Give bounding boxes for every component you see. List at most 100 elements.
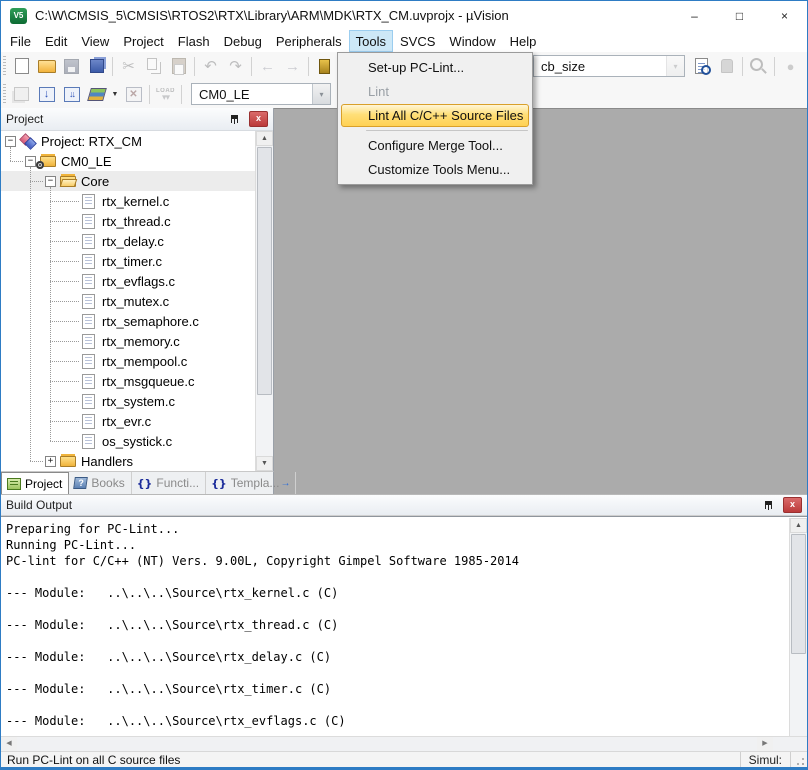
new-file-icon[interactable] [9, 54, 34, 78]
open-file-icon[interactable] [34, 54, 59, 78]
tab-templates[interactable]: {} Templa... → [206, 472, 296, 494]
menu-flash[interactable]: Flash [171, 30, 217, 52]
tree-item-rtx-mempool[interactable]: rtx_mempool.c [1, 351, 256, 371]
build-icon[interactable] [34, 82, 59, 106]
close-button[interactable]: × [762, 1, 807, 30]
bookmark-icon[interactable] [312, 54, 337, 78]
find-in-files-icon[interactable] [689, 54, 714, 78]
build-output-body[interactable]: Preparing for PC-Lint...Running PC-Lint.… [1, 516, 807, 736]
project-panel: Project x − Project: RTX_CM − CM0_LE [1, 108, 274, 471]
chevron-down-icon[interactable]: ▾ [666, 56, 684, 76]
menu-separator[interactable] [366, 130, 528, 131]
menu-item-setup-pc-lint[interactable]: Set-up PC-Lint... [341, 56, 529, 79]
tree-item-rtx-kernel[interactable]: rtx_kernel.c [1, 191, 256, 211]
bookmark-hand-icon[interactable] [714, 54, 739, 78]
separator[interactable] [112, 57, 113, 76]
expander-icon[interactable]: − [45, 176, 56, 187]
target-select-combo[interactable]: CM0_LE ▾ [191, 83, 331, 105]
tree-item-cm0-le[interactable]: − CM0_LE [1, 151, 256, 171]
menu-window[interactable]: Window [442, 30, 502, 52]
tree-item-core[interactable]: − Core [1, 171, 256, 191]
expander-icon[interactable]: − [25, 156, 36, 167]
expander-icon[interactable]: − [5, 136, 16, 147]
menu-svcs[interactable]: SVCS [393, 30, 442, 52]
menu-peripherals[interactable]: Peripherals [269, 30, 349, 52]
chevron-down-icon[interactable]: ▾ [312, 84, 330, 104]
cut-icon[interactable]: ✂ [116, 54, 141, 78]
stop-build-icon[interactable]: ✕ [121, 82, 146, 106]
menu-help[interactable]: Help [503, 30, 544, 52]
tab-books[interactable]: Books [69, 472, 131, 494]
scroll-up-icon[interactable]: ▲ [256, 131, 273, 146]
horizontal-scrollbar[interactable]: ◀ ▶ [1, 736, 807, 752]
scroll-right-icon[interactable]: ▶ [757, 737, 773, 752]
menu-edit[interactable]: Edit [38, 30, 74, 52]
separator[interactable] [742, 57, 743, 76]
tree-item-rtx-memory[interactable]: rtx_memory.c [1, 331, 256, 351]
expander-icon[interactable]: + [45, 456, 56, 467]
tree-item-rtx-evr[interactable]: rtx_evr.c [1, 411, 256, 431]
close-panel-icon[interactable]: x [249, 111, 268, 127]
separator[interactable] [774, 57, 775, 76]
menu-file[interactable]: File [3, 30, 38, 52]
rebuild-icon[interactable] [59, 82, 84, 106]
record-circle-icon[interactable]: ● [778, 54, 803, 78]
menu-project[interactable]: Project [116, 30, 170, 52]
maximize-button[interactable]: □ [717, 1, 762, 30]
tree-item-rtx-timer[interactable]: rtx_timer.c [1, 251, 256, 271]
separator[interactable] [181, 85, 182, 104]
undo-icon[interactable]: ↶ [198, 54, 223, 78]
menu-debug[interactable]: Debug [217, 30, 269, 52]
tree-item-rtx-system[interactable]: rtx_system.c [1, 391, 256, 411]
tree-item-rtx-semaphore[interactable]: rtx_semaphore.c [1, 311, 256, 331]
search-combo[interactable]: cb_size ▾ [533, 55, 685, 77]
close-panel-icon[interactable]: x [783, 497, 802, 513]
batch-build-icon[interactable] [84, 82, 109, 106]
navigate-forward-icon[interactable]: → [280, 54, 305, 78]
resize-grip[interactable] [791, 752, 807, 768]
c-file-icon [81, 394, 96, 408]
save-all-icon[interactable] [84, 54, 109, 78]
build-output-scrollbar[interactable]: ▲ [789, 518, 807, 736]
menu-item-customize-tools-menu[interactable]: Customize Tools Menu... [341, 158, 529, 181]
tree-item-rtx-msgqueue[interactable]: rtx_msgqueue.c [1, 371, 256, 391]
batch-build-dropdown-icon[interactable]: ▼ [109, 82, 121, 106]
pin-icon[interactable] [229, 113, 240, 125]
separator[interactable] [194, 57, 195, 76]
tree-item-project-rtx-cm[interactable]: − Project: RTX_CM [1, 131, 256, 151]
scrollbar-thumb[interactable] [257, 147, 272, 395]
redo-icon[interactable]: ↷ [223, 54, 248, 78]
closed-folder-icon [60, 454, 75, 468]
navigate-back-icon[interactable]: ← [255, 54, 280, 78]
menu-view[interactable]: View [74, 30, 116, 52]
menu-item-configure-merge-tool[interactable]: Configure Merge Tool... [341, 134, 529, 157]
magnifier-icon[interactable] [746, 54, 771, 78]
menu-tools[interactable]: Tools [349, 30, 393, 52]
tree-item-handlers[interactable]: + Handlers [1, 451, 256, 471]
scroll-up-icon[interactable]: ▲ [790, 518, 807, 533]
download-load-icon[interactable]: LOAD [153, 82, 178, 106]
separator[interactable] [149, 85, 150, 104]
tree-guide [30, 167, 31, 461]
paste-icon[interactable] [166, 54, 191, 78]
copy-icon[interactable] [141, 54, 166, 78]
pin-icon[interactable] [763, 499, 774, 511]
tree-item-os-systick[interactable]: os_systick.c [1, 431, 256, 451]
separator[interactable] [251, 57, 252, 76]
menu-item-lint[interactable]: Lint [341, 80, 529, 103]
tree-item-rtx-mutex[interactable]: rtx_mutex.c [1, 291, 256, 311]
separator[interactable] [308, 57, 309, 76]
menu-item-lint-all-sources[interactable]: Lint All C/C++ Source Files [341, 104, 529, 127]
scroll-down-icon[interactable]: ▼ [256, 456, 273, 471]
scroll-left-icon[interactable]: ◀ [1, 737, 17, 752]
tab-functions[interactable]: {} Functi... [132, 472, 206, 494]
tree-item-rtx-evflags[interactable]: rtx_evflags.c [1, 271, 256, 291]
minimize-button[interactable]: – [672, 1, 717, 30]
scrollbar-thumb[interactable] [791, 534, 806, 654]
project-tree-scrollbar[interactable]: ▲ ▼ [255, 131, 273, 471]
tab-project[interactable]: Project [1, 472, 69, 494]
tree-item-rtx-delay[interactable]: rtx_delay.c [1, 231, 256, 251]
tree-item-rtx-thread[interactable]: rtx_thread.c [1, 211, 256, 231]
save-icon[interactable] [59, 54, 84, 78]
translate-icon[interactable] [9, 82, 34, 106]
